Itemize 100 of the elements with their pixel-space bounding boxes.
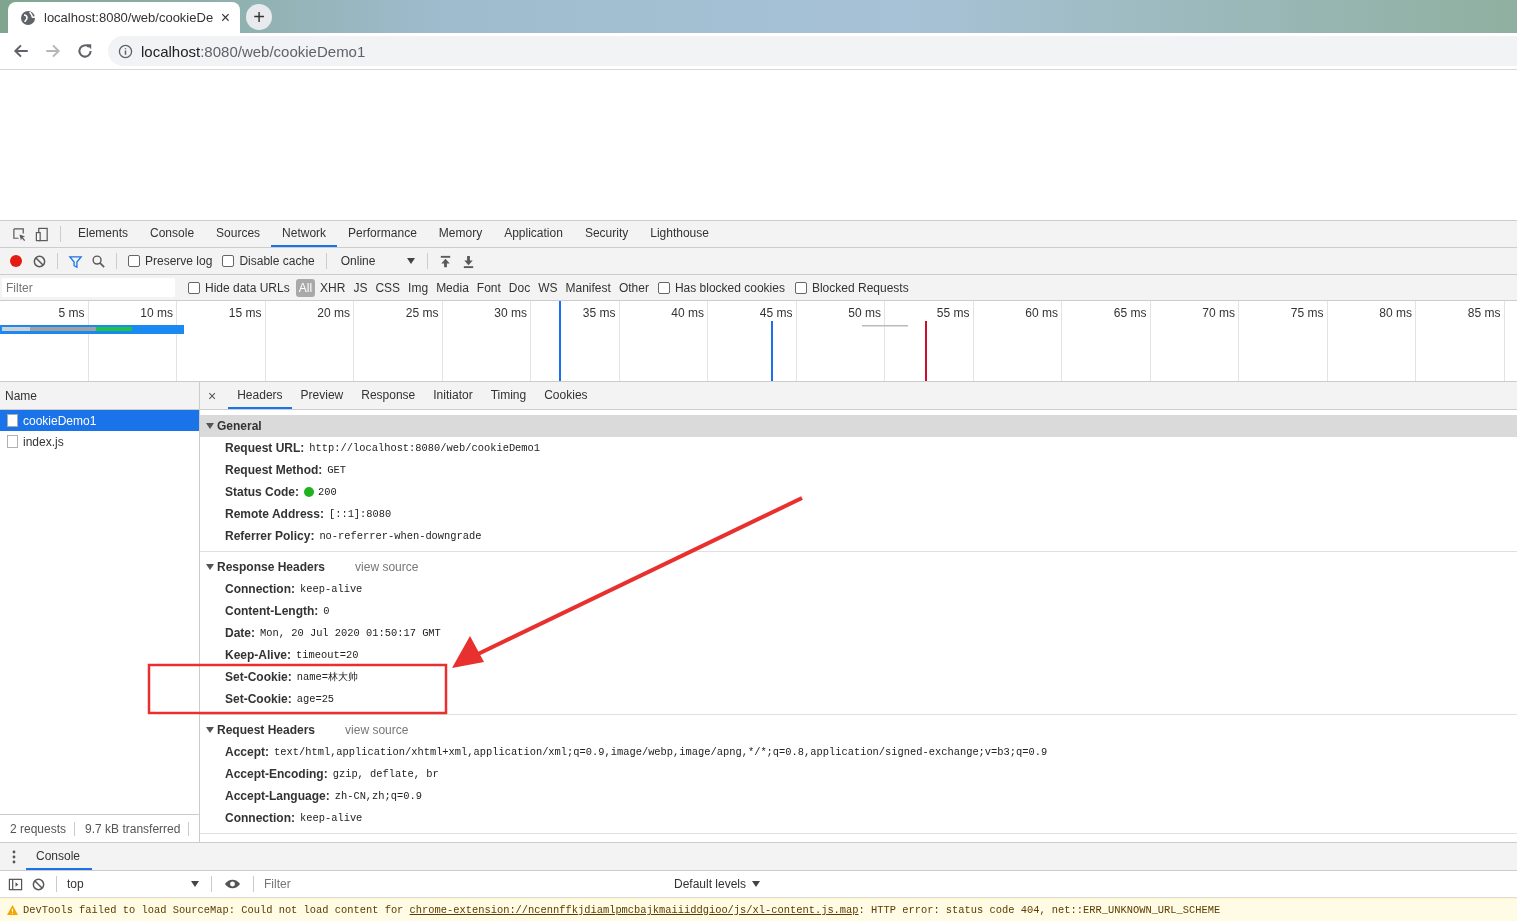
expand-triangle-icon: [206, 422, 214, 430]
devtools-tab[interactable]: Lighthouse: [639, 221, 720, 247]
devtools-tab[interactable]: Security: [573, 221, 640, 247]
type-filter-button[interactable]: XHR: [317, 278, 349, 297]
more-options-icon[interactable]: [12, 849, 16, 864]
details-tab[interactable]: Timing: [481, 382, 536, 409]
header-name: Connection:: [225, 582, 295, 596]
details-tab[interactable]: Headers: [228, 382, 292, 409]
globe-icon: [20, 9, 36, 26]
device-toolbar-icon[interactable]: [35, 226, 50, 242]
type-filter-button[interactable]: Media: [433, 278, 472, 297]
levels-dropdown[interactable]: Default levels: [674, 877, 747, 891]
checkbox[interactable]: [188, 281, 200, 294]
request-row[interactable]: index.js: [0, 431, 199, 452]
devtools-tab[interactable]: Sources: [205, 221, 272, 247]
view-source-link[interactable]: view source: [345, 723, 409, 737]
throttling-dropdown[interactable]: Online: [340, 254, 401, 268]
new-tab-button[interactable]: +: [246, 4, 272, 30]
time-tick-label: 10 ms: [140, 306, 173, 320]
header-value: keep-alive: [300, 583, 363, 595]
clear-icon[interactable]: [32, 253, 47, 269]
browser-tab[interactable]: localhost:8080/web/cookieDe ×: [8, 2, 240, 33]
time-tick-label: 20 ms: [317, 306, 350, 320]
details-tab[interactable]: Response: [352, 382, 425, 409]
type-filter-button[interactable]: Manifest: [562, 278, 614, 297]
filter-field[interactable]: Filter: [2, 278, 175, 297]
context-dropdown[interactable]: top: [67, 877, 185, 891]
time-tick-label: 60 ms: [1025, 306, 1058, 320]
time-tick-label: 45 ms: [759, 306, 793, 320]
type-filter-button[interactable]: Other: [615, 278, 652, 297]
warning-icon: [7, 905, 18, 915]
section-header[interactable]: Request Headers view source: [200, 719, 1517, 741]
type-filter-button[interactable]: CSS: [372, 278, 404, 297]
header-name: Status Code:: [225, 485, 299, 499]
time-tick-label: 30 ms: [494, 306, 527, 320]
close-button[interactable]: ×: [208, 382, 217, 409]
column-header[interactable]: Name: [0, 382, 199, 410]
summary-text: 9.7 kB transferred: [75, 821, 190, 836]
header-name: Connection:: [225, 811, 295, 825]
close-tab-button[interactable]: ×: [220, 8, 230, 27]
info-icon[interactable]: [118, 43, 133, 59]
inspect-icon[interactable]: [12, 226, 27, 242]
devtools-tab[interactable]: Memory: [427, 221, 494, 247]
header-name: Referrer Policy:: [225, 529, 315, 543]
details-tab[interactable]: Preview: [291, 382, 353, 409]
type-filter-button[interactable]: Doc: [505, 278, 534, 297]
source-map-link[interactable]: chrome-extension://ncennffkjdiamlpmcbajkmaiiiddgioo/js/xl-content.js.map: [409, 904, 859, 916]
summary-text: 2 requests: [0, 821, 76, 836]
devtools-tab[interactable]: Performance: [337, 221, 428, 247]
expand-triangle-icon: [206, 726, 214, 734]
record-button[interactable]: [10, 255, 22, 267]
header-value: zh-CN,zh;q=0.9: [334, 790, 422, 802]
sidebar-toggle-icon[interactable]: [8, 876, 23, 892]
header-value: timeout=20: [296, 649, 359, 661]
address-bar[interactable]: localhost:8080/web/cookieDemo1: [108, 36, 1517, 66]
devtools-tab[interactable]: Console: [139, 221, 206, 247]
timing-marker-line: [862, 325, 908, 327]
header-value: 0: [323, 605, 330, 617]
header-value: no-referrer-when-downgrade: [319, 530, 482, 542]
type-filter-button[interactable]: Font: [473, 278, 504, 297]
checkbox[interactable]: [222, 255, 235, 267]
caret-icon: [191, 881, 199, 887]
time-tick-label: 15 ms: [228, 306, 262, 320]
filter-icon[interactable]: [68, 253, 83, 269]
warning-message: DevTools failed to load SourceMap: Could not load content for chrome-extension://ncennffkjdiamlpmcbajkmaiiiddgioo/js/xl-content.js.map: HTTP error: status code 404, net::ERR_UNKNOWN_URL_SCHEME: [23, 904, 1221, 916]
type-filter-button[interactable]: Img: [405, 278, 432, 297]
type-filter-button[interactable]: WS: [535, 278, 561, 297]
caret-icon: [752, 881, 761, 887]
header-value: GET: [327, 464, 347, 476]
view-source-link[interactable]: view source: [355, 560, 419, 574]
checkbox[interactable]: [794, 281, 807, 294]
header-name: Set-Cookie:: [225, 692, 292, 706]
details-tab[interactable]: Initiator: [424, 382, 482, 409]
details-tab[interactable]: Cookies: [535, 382, 597, 409]
timing-marker-line: [771, 321, 773, 381]
section-header[interactable]: Response Headers view source: [200, 556, 1517, 578]
back-icon[interactable]: [12, 42, 30, 60]
header-name: Date:: [225, 626, 255, 640]
checkbox[interactable]: [128, 255, 140, 267]
checkbox-label: Hide data URLs: [205, 280, 290, 295]
checkbox[interactable]: [657, 281, 670, 294]
expand-triangle-icon: [206, 563, 214, 571]
clear-icon[interactable]: [31, 876, 46, 892]
time-tick-label: 85 ms: [1467, 306, 1501, 320]
checkbox-label: Has blocked cookies: [674, 280, 785, 295]
header-value: Mon, 20 Jul 2020 01:50:17 GMT: [260, 627, 441, 639]
caret-icon: [406, 258, 415, 264]
devtools-tab[interactable]: Elements: [67, 221, 140, 247]
eye-icon[interactable]: [224, 878, 241, 890]
time-tick-label: 50 ms: [848, 306, 881, 320]
reload-icon[interactable]: [76, 42, 94, 60]
document-icon: [7, 435, 18, 448]
tab-title: localhost:8080/web/cookieDe: [44, 10, 213, 25]
header-value: keep-alive: [300, 812, 363, 824]
type-filter-button[interactable]: JS: [350, 278, 371, 297]
request-row[interactable]: cookieDemo1: [0, 410, 199, 431]
devtools-tab[interactable]: Application: [493, 221, 574, 247]
search-icon[interactable]: [91, 253, 106, 269]
section-header[interactable]: General: [200, 415, 1517, 437]
time-tick-label: 25 ms: [405, 306, 439, 320]
